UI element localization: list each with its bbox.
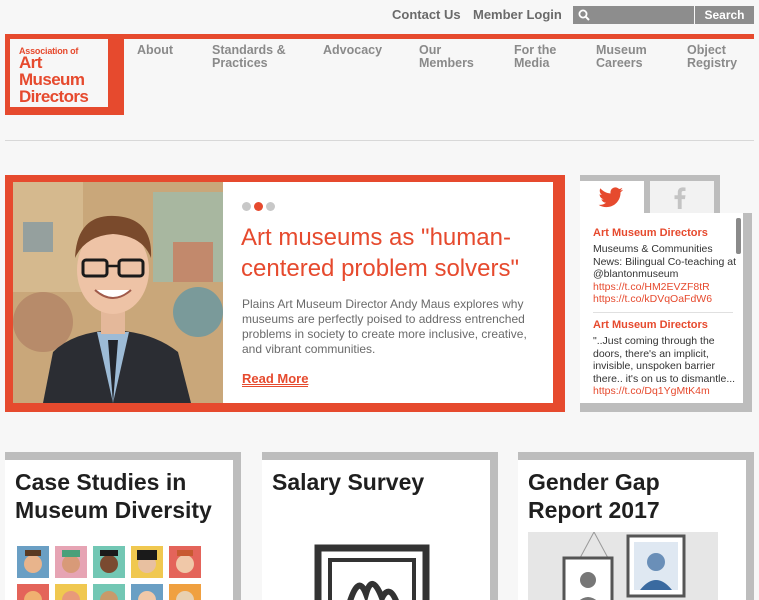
card-body: Salary Survey (262, 460, 490, 600)
card-title-line: Museum Diversity (15, 497, 212, 523)
card-title[interactable]: Gender Gap Report 2017 (528, 468, 660, 524)
tweet-link[interactable]: https://t.co/HM2EVZF8tR (593, 281, 738, 294)
nav-object-registry[interactable]: Object Registry (687, 44, 737, 70)
hero-description: Plains Art Museum Director Andy Maus exp… (242, 297, 527, 356)
nav-label: Media (514, 56, 550, 70)
aamd-logo[interactable]: Association of Art Museum Directors (5, 34, 116, 115)
portrait-frames-illustration (528, 532, 718, 600)
nav-our-members[interactable]: Our Members (419, 44, 474, 70)
nav-label: About (137, 43, 174, 57)
feed-frame: Art Museum Directors Museums & Communiti… (580, 213, 752, 412)
portrait-image (13, 182, 223, 403)
card-salary-survey[interactable]: Salary Survey (262, 452, 498, 600)
utility-bar: Contact Us Member Login Search (0, 0, 759, 30)
nav-advocacy[interactable]: Advocacy (323, 44, 382, 57)
card-title[interactable]: Case Studies in Museum Diversity (15, 468, 212, 524)
nav-label: Registry (687, 56, 738, 70)
search-input[interactable] (573, 6, 694, 24)
tweet-link[interactable]: https://t.co/Dq1YgMtK4m (593, 385, 738, 398)
hero-slider: Art museums as "human-centered problem s… (5, 175, 565, 412)
twitter-feed[interactable]: Art Museum Directors Museums & Communiti… (580, 213, 743, 403)
logo-line-2: Art (19, 53, 42, 72)
nav-label: Practices (212, 56, 268, 70)
nav-label: Careers (596, 56, 643, 70)
twitter-tab[interactable] (580, 175, 650, 213)
twitter-icon (598, 187, 624, 208)
card-title-line: Report 2017 (528, 497, 660, 523)
tweet-author[interactable]: Art Museum Directors (593, 319, 738, 331)
card-title-line: Salary Survey (272, 469, 425, 495)
social-feed-panel: Art Museum Directors Museums & Communiti… (580, 175, 752, 412)
read-more-link[interactable]: Read More (242, 371, 309, 387)
nav-for-the-media[interactable]: For the Media (514, 44, 556, 70)
nav-standards-practices[interactable]: Standards & Practices (212, 44, 286, 70)
search-icon (578, 9, 590, 21)
hero-title[interactable]: Art museums as "human-centered problem s… (241, 222, 546, 284)
tweet-item: Art Museum Directors "..Just coming thro… (593, 319, 738, 398)
tweet-author[interactable]: Art Museum Directors (593, 227, 738, 239)
nav-museum-careers[interactable]: Museum Careers (596, 44, 647, 70)
logo-line-4: Directors (19, 87, 89, 106)
logo-wordmark: Art Museum Directors (19, 53, 89, 106)
nav-accent-bar (116, 34, 754, 39)
slide-indicators (242, 198, 278, 216)
card-title[interactable]: Salary Survey (272, 468, 424, 496)
facebook-icon (674, 187, 686, 209)
card-title-line: Case Studies in (15, 469, 187, 495)
card-title-line: Gender Gap (528, 469, 660, 495)
hero-photo[interactable] (13, 182, 223, 403)
tweet-text: "..Just coming through the doors, there'… (593, 335, 736, 385)
card-gender-gap[interactable]: Gender Gap Report 2017 (518, 452, 754, 600)
logo-line-3: Museum (19, 70, 85, 89)
diversity-faces-illustration (17, 546, 201, 600)
nav-accent-bar-left (116, 34, 124, 115)
tweet-link[interactable]: https://t.co/kDVqOaFdW6 (593, 293, 738, 306)
frame-illustration (314, 544, 430, 600)
slide-dot-3[interactable] (266, 202, 275, 211)
tweet-item: Art Museum Directors Museums & Communiti… (593, 227, 738, 306)
facebook-tab[interactable] (650, 175, 720, 213)
card-case-studies[interactable]: Case Studies in Museum Diversity (5, 452, 241, 600)
header-divider (5, 140, 754, 141)
card-body: Gender Gap Report 2017 (518, 460, 746, 600)
nav-about[interactable]: About (137, 44, 173, 57)
search-button[interactable]: Search (695, 6, 754, 24)
contact-us-link[interactable]: Contact Us (392, 7, 461, 22)
nav-label: Advocacy (323, 43, 383, 57)
tweet-text: Museums & Communities News: Bilingual Co… (593, 243, 736, 280)
slide-dot-2[interactable] (254, 202, 263, 211)
card-body: Case Studies in Museum Diversity (5, 460, 233, 600)
member-login-link[interactable]: Member Login (473, 7, 562, 22)
slide-dot-1[interactable] (242, 202, 251, 211)
nav-label: Members (419, 56, 474, 70)
hero-content: Art museums as "human-centered problem s… (13, 182, 553, 403)
tweet-divider (593, 312, 733, 313)
page: Contact Us Member Login Search Associati… (0, 0, 759, 600)
